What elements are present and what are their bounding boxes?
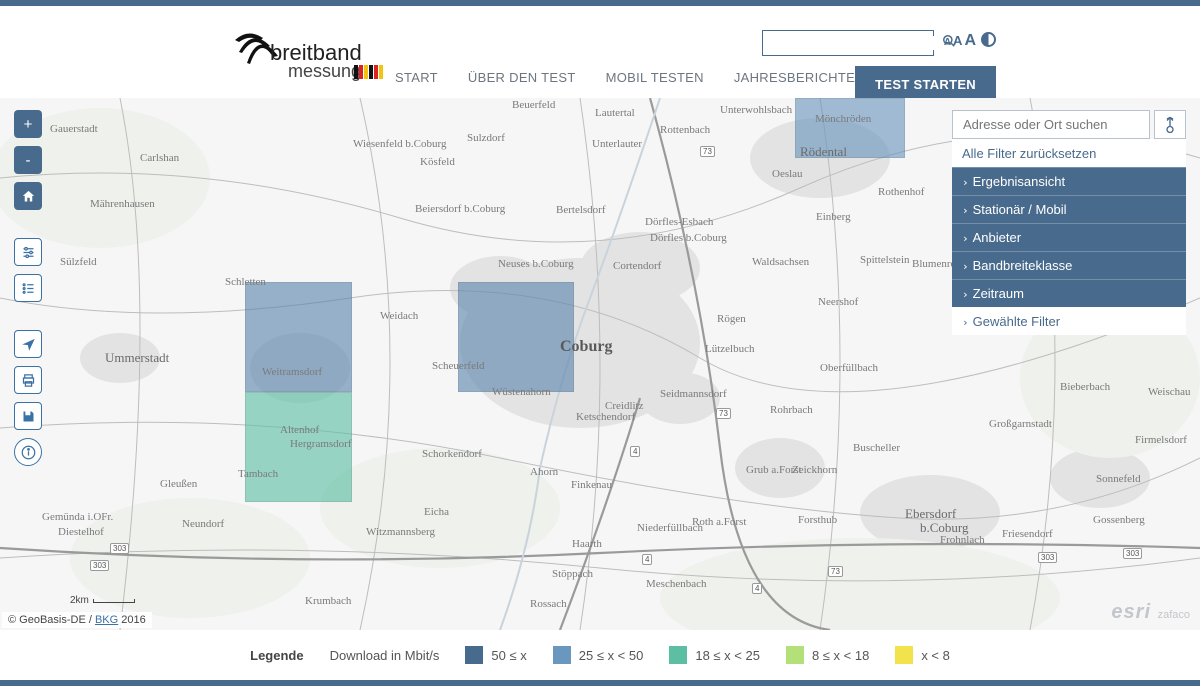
svg-text:messung: messung <box>288 61 361 81</box>
filter-zeitraum[interactable]: ›Zeitraum <box>952 279 1186 307</box>
brand-logo: breitband messung <box>230 28 390 90</box>
info-icon[interactable] <box>14 438 42 466</box>
filter-selected[interactable]: ›Gewählte Filter <box>952 307 1186 335</box>
filter-ergebnisansicht[interactable]: ›Ergebnisansicht <box>952 167 1186 195</box>
legend-item: 18 ≤ x < 25 <box>669 646 760 664</box>
save-icon[interactable] <box>14 402 42 430</box>
use-location-button[interactable] <box>1154 110 1186 139</box>
contrast-toggle-icon[interactable] <box>981 32 996 47</box>
home-button[interactable] <box>14 182 42 210</box>
result-tile[interactable] <box>245 392 352 502</box>
map-controls: + - <box>14 110 42 466</box>
bkg-link[interactable]: BKG <box>95 614 118 626</box>
nav-item-jahresberichte[interactable]: JAHRESBERICHTE <box>734 70 855 85</box>
header: breitband messung START ÜBER DEN TEST MOBI… <box>0 6 1200 98</box>
legend-item: x < 8 <box>895 646 950 664</box>
result-tile[interactable] <box>458 282 574 392</box>
map-legend: Legende Download in Mbit/s 50 ≤ x 25 ≤ x … <box>0 630 1200 680</box>
map-canvas[interactable]: CoburgUmmerstadtRödentalEbersdorfb.Cobur… <box>0 98 1200 630</box>
map-attribution: © GeoBasis-DE / BKG 2016 <box>2 612 152 628</box>
result-tile[interactable] <box>245 282 352 392</box>
filter-bandbreiteklasse[interactable]: ›Bandbreiteklasse <box>952 251 1186 279</box>
print-icon[interactable] <box>14 366 42 394</box>
zoom-in-button[interactable]: + <box>14 110 42 138</box>
esri-logo: esri zafaco <box>1111 601 1190 624</box>
legend-title: Legende <box>250 648 303 663</box>
nav-item-mobil-testen[interactable]: MOBIL TESTEN <box>606 70 704 85</box>
legend-item: 50 ≤ x <box>465 646 526 664</box>
address-search-input[interactable] <box>952 110 1150 139</box>
legend-subtitle: Download in Mbit/s <box>330 648 440 663</box>
result-tile[interactable] <box>795 98 905 158</box>
header-search-input[interactable] <box>763 36 934 50</box>
list-icon[interactable] <box>14 274 42 302</box>
sliders-icon[interactable] <box>14 238 42 266</box>
legend-item: 8 ≤ x < 18 <box>786 646 869 664</box>
zoom-out-button[interactable]: - <box>14 146 42 174</box>
legend-item: 25 ≤ x < 50 <box>553 646 644 664</box>
nav-item-start[interactable]: START <box>395 70 438 85</box>
header-searchbar[interactable] <box>762 30 934 56</box>
filter-panel: Alle Filter zurücksetzen ›Ergebnisansich… <box>952 110 1186 335</box>
filter-anbieter[interactable]: ›Anbieter <box>952 223 1186 251</box>
nav-item--ber-den-test[interactable]: ÜBER DEN TEST <box>468 70 576 85</box>
filter-reset[interactable]: Alle Filter zurücksetzen <box>952 139 1186 167</box>
filter-station-r-mobil[interactable]: ›Stationär / Mobil <box>952 195 1186 223</box>
map-scale: 2km <box>70 595 135 606</box>
font-size-picker[interactable]: AAA <box>944 32 976 50</box>
locate-icon[interactable] <box>14 330 42 358</box>
